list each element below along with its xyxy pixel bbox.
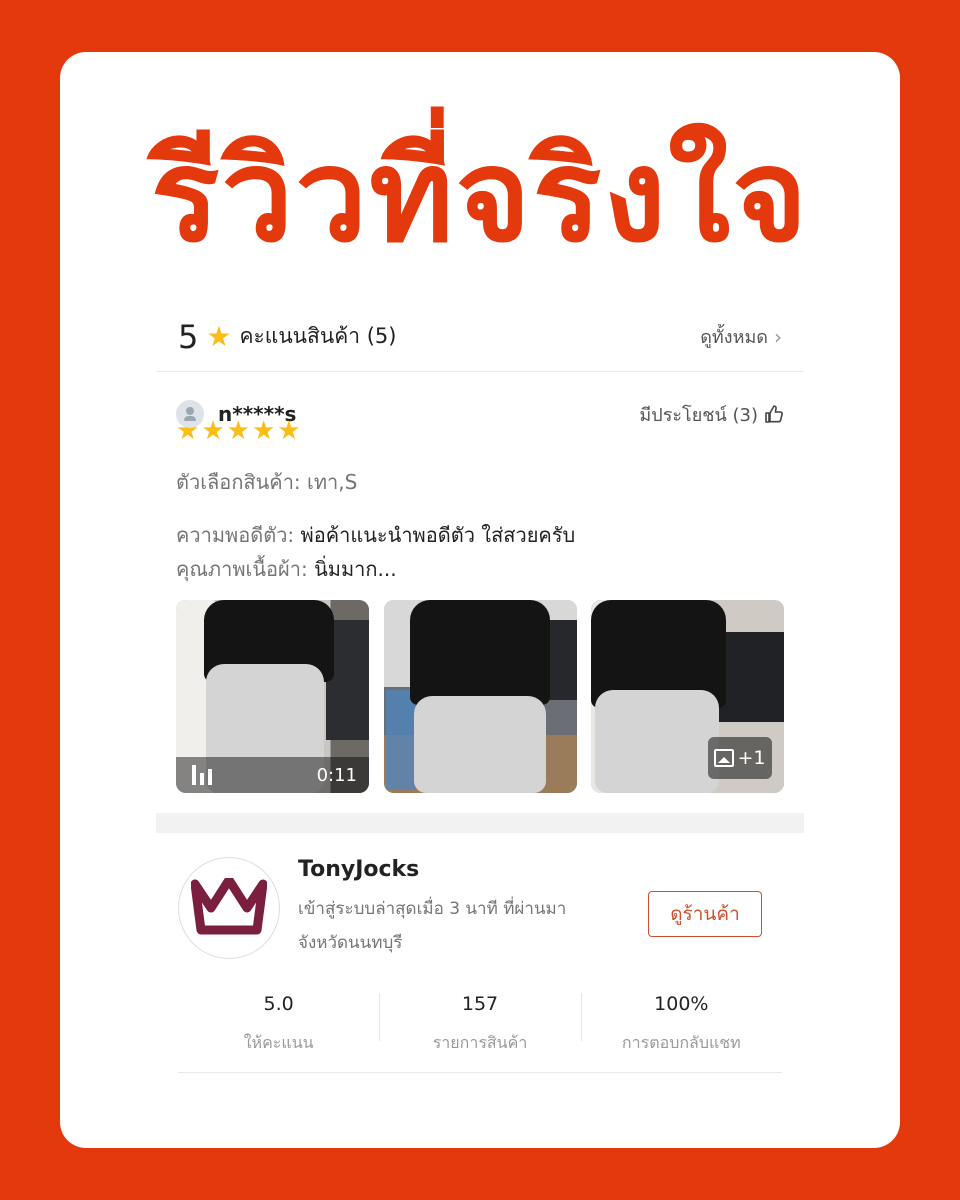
- see-all-link[interactable]: ดูทั้งหมด ›: [700, 322, 782, 351]
- stat-value: 5.0: [263, 993, 294, 1015]
- shop-stats: 5.0 ให้คะแนน 157 รายการสินค้า 100% การตอ…: [178, 983, 782, 1073]
- review-media: 0:11 +1: [176, 600, 784, 793]
- thumbs-up-icon: [765, 405, 783, 423]
- stat-products: 157 รายการสินค้า: [379, 983, 580, 1072]
- star-icon: ★: [226, 416, 250, 446]
- fit-value: พ่อค้าแนะนำพอดีตัว ใส่สวยครับ: [300, 523, 576, 547]
- stat-rating: 5.0 ให้คะแนน: [178, 983, 379, 1072]
- stat-label: การตอบกลับแชท: [621, 1033, 741, 1052]
- avatar: [176, 400, 204, 428]
- see-all-label: ดูทั้งหมด: [700, 327, 768, 348]
- view-shop-button[interactable]: ดูร้านค้า: [648, 891, 762, 937]
- fabric-comment: คุณภาพเนื้อผ้า: นิ่มมาก...: [176, 552, 784, 586]
- variant-text: ตัวเลือกสินค้า: เทา,S: [176, 470, 358, 494]
- rating-score: 5: [178, 317, 199, 356]
- chevron-right-icon: ›: [774, 324, 782, 349]
- review-panel: 5 ★ คะแนนสินค้า (5) ดูทั้งหมด › n*****s …: [156, 302, 804, 1073]
- shop-section: TonyJocks เข้าสู่ระบบล่าสุดเมื่อ 3 นาที …: [156, 833, 804, 1073]
- headline: รีวิวที่จริงใจ: [150, 122, 810, 271]
- image-icon: [714, 749, 735, 767]
- helpful-button[interactable]: มีประโยชน์ (3): [639, 400, 784, 429]
- shop-name: TonyJocks: [298, 856, 420, 882]
- star-icon: ★: [206, 320, 232, 353]
- more-images-badge: +1: [708, 737, 772, 779]
- review-item: n*****s มีประโยชน์ (3) ★ ★ ★ ★ ★ ตัวเลือ…: [156, 372, 804, 793]
- stat-chat-response: 100% การตอบกลับแชท: [580, 983, 782, 1072]
- helpful-label: มีประโยชน์ (3): [639, 404, 758, 426]
- stat-label: รายการสินค้า: [432, 1033, 528, 1052]
- fit-comment: ความพอดีตัว: พ่อค้าแนะนำพอดีตัว ใส่สวยคร…: [176, 518, 784, 552]
- video-bar: 0:11: [176, 757, 369, 793]
- fit-label: ความพอดีตัว:: [176, 523, 295, 547]
- section-divider: [156, 813, 804, 833]
- review-video-thumbnail[interactable]: 0:11: [176, 600, 369, 793]
- promo-card: รีวิวที่จริงใจ 5 ★ คะแนนสินค้า (5) ดูทั้…: [60, 52, 900, 1148]
- fabric-label: คุณภาพเนื้อผ้า:: [176, 557, 308, 581]
- crown-icon: [191, 878, 267, 935]
- video-icon: [192, 765, 216, 785]
- star-icon: ★: [201, 416, 225, 446]
- more-images-count: +1: [737, 747, 766, 769]
- stat-value: 157: [461, 993, 499, 1015]
- video-duration: 0:11: [316, 764, 357, 786]
- star-icon: ★: [277, 416, 301, 446]
- fabric-value: นิ่มมาก...: [314, 557, 397, 581]
- rating-summary: 5 ★ คะแนนสินค้า (5) ดูทั้งหมด ›: [156, 302, 804, 372]
- review-photo[interactable]: [383, 600, 577, 793]
- star-icon: ★: [251, 416, 276, 446]
- stat-label: ให้คะแนน: [243, 1033, 314, 1052]
- review-photo[interactable]: +1: [591, 600, 784, 793]
- shop-logo[interactable]: [178, 857, 280, 959]
- rating-label: คะแนนสินค้า (5): [239, 324, 397, 348]
- stat-value: 100%: [654, 993, 709, 1015]
